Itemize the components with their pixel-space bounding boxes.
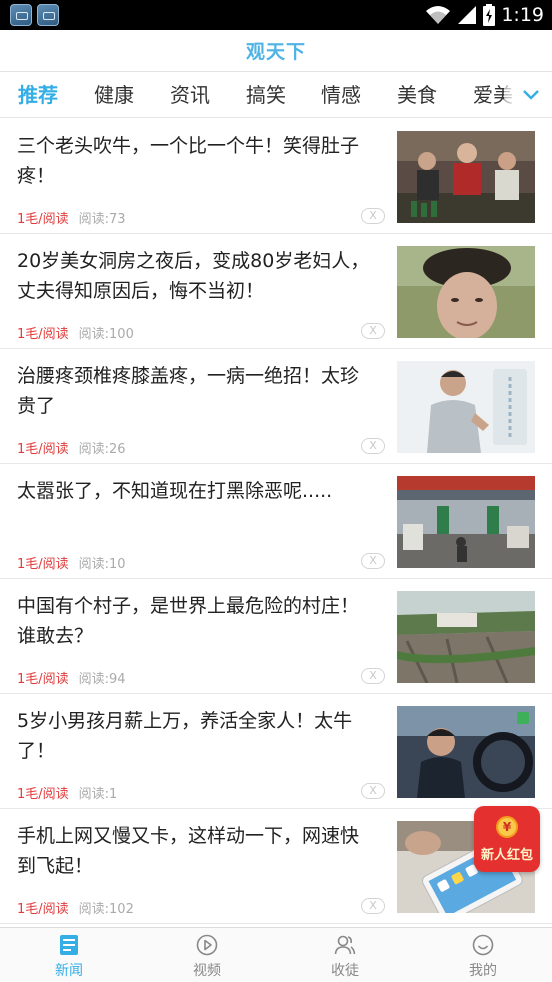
read-count: 阅读:100 [78, 326, 134, 342]
nav-label: 视频 [193, 963, 221, 979]
dismiss-button[interactable]: X [361, 553, 385, 569]
news-title: 治腰疼颈椎疼膝盖疼，一病一绝招！太珍贵了 [17, 365, 360, 417]
wifi-icon [426, 6, 451, 24]
news-item[interactable]: 5岁小男孩月薪上万，养活全家人！太牛了！ 1毛/阅读 阅读:1 X [0, 694, 552, 809]
back-pain-photo [397, 361, 535, 453]
dismiss-button[interactable]: X [361, 898, 385, 914]
tab-emotion[interactable]: 情感 [321, 72, 361, 117]
nav-label: 新闻 [55, 963, 83, 979]
app-title: 观天下 [245, 41, 306, 63]
read-count: 阅读:10 [78, 556, 126, 572]
reward-rate: 1毛/阅读 [17, 556, 69, 572]
read-count: 阅读:102 [78, 901, 134, 917]
news-meta: 1毛/阅读 阅读:102 [17, 898, 134, 917]
news-icon [60, 935, 78, 955]
chevron-down-icon [523, 90, 539, 100]
dismiss-button[interactable]: X [361, 783, 385, 799]
news-title: 太嚣张了，不知道现在打黑除恶呢..... [17, 480, 333, 502]
news-item[interactable]: 中国有个村子，是世界上最危险的村庄！谁敢去？ 1毛/阅读 阅读:94 X [0, 579, 552, 694]
news-title: 三个老头吹牛，一个比一个牛！笑得肚子疼！ [17, 135, 360, 187]
old-men-drinking-photo [397, 131, 535, 223]
red-packet-label: 新人红包 [480, 848, 533, 863]
reward-rate: 1毛/阅读 [17, 441, 69, 457]
smile-icon [472, 934, 494, 956]
tab-health[interactable]: 健康 [94, 72, 134, 117]
nav-news[interactable]: 新闻 [24, 928, 114, 982]
news-item[interactable]: 手机上网又慢又卡，这样动一下，网速快到飞起！ 1毛/阅读 阅读:102 X [0, 809, 552, 924]
dismiss-button[interactable]: X [361, 208, 385, 224]
dismiss-button[interactable]: X [361, 323, 385, 339]
read-count: 阅读:73 [78, 211, 126, 227]
news-meta: 1毛/阅读 阅读:94 [17, 668, 126, 687]
people-icon [334, 935, 356, 955]
reward-rate: 1毛/阅读 [17, 786, 69, 802]
dismiss-button[interactable]: X [361, 438, 385, 454]
cliff-village-photo [397, 591, 535, 683]
reward-rate: 1毛/阅读 [17, 671, 69, 687]
news-meta: 1毛/阅读 阅读:26 [17, 438, 126, 457]
category-tabs: 推荐 健康 资讯 搞笑 情感 美食 爱美 [0, 72, 552, 118]
nav-profile[interactable]: 我的 [438, 928, 528, 982]
app-notification-icon [37, 4, 59, 26]
news-item[interactable]: 治腰疼颈椎疼膝盖疼，一病一绝招！太珍贵了 1毛/阅读 阅读:26 X [0, 349, 552, 464]
news-meta: 1毛/阅读 阅读:1 [17, 783, 118, 802]
reward-rate: 1毛/阅读 [17, 326, 69, 342]
news-item[interactable]: 太嚣张了，不知道现在打黑除恶呢..... 1毛/阅读 阅读:10 X [0, 464, 552, 579]
coin-icon: ¥ [496, 816, 518, 838]
elderly-woman-photo [397, 246, 535, 338]
reward-rate: 1毛/阅读 [17, 211, 69, 227]
news-feed: 三个老头吹牛，一个比一个牛！笑得肚子疼！ 1毛/阅读 阅读:73 X 20岁美女… [0, 119, 552, 927]
nav-label: 我的 [469, 963, 497, 979]
tab-funny[interactable]: 搞笑 [246, 72, 286, 117]
nav-label: 收徒 [331, 963, 359, 979]
nav-recruit[interactable]: 收徒 [300, 928, 390, 982]
news-title: 中国有个村子，是世界上最危险的村庄！谁敢去？ [17, 595, 360, 647]
play-icon [196, 934, 218, 956]
news-meta: 1毛/阅读 阅读:100 [17, 323, 134, 342]
news-meta: 1毛/阅读 阅读:10 [17, 553, 126, 572]
dismiss-button[interactable]: X [361, 668, 385, 684]
news-title: 20岁美女洞房之夜后，变成80岁老妇人，丈夫得知原因后，悔不当初！ [17, 250, 370, 302]
clock: 1:19 [501, 4, 544, 26]
tab-recommended[interactable]: 推荐 [18, 72, 58, 117]
news-item[interactable]: 三个老头吹牛，一个比一个牛！笑得肚子疼！ 1毛/阅读 阅读:73 X [0, 119, 552, 234]
title-bar: 观天下 [0, 30, 552, 72]
tab-news[interactable]: 资讯 [170, 72, 210, 117]
news-meta: 1毛/阅读 阅读:73 [17, 208, 126, 227]
new-user-red-packet-button[interactable]: ¥ 新人红包 [474, 806, 540, 872]
bottom-nav: 新闻 视频 收徒 我的 [0, 927, 552, 982]
signal-icon [458, 6, 477, 24]
read-count: 阅读:1 [78, 786, 118, 802]
nav-video[interactable]: 视频 [162, 928, 252, 982]
status-indicators: 1:19 [425, 0, 544, 30]
reward-rate: 1毛/阅读 [17, 901, 69, 917]
status-bar: 1:19 [0, 0, 552, 30]
app-notification-icon [10, 4, 32, 26]
tab-more-button[interactable] [518, 82, 544, 108]
news-title: 手机上网又慢又卡，这样动一下，网速快到飞起！ [17, 825, 360, 877]
read-count: 阅读:26 [78, 441, 126, 457]
toll-station-photo [397, 476, 535, 568]
battery-icon [483, 4, 496, 26]
news-title: 5岁小男孩月薪上万，养活全家人！太牛了！ [17, 710, 353, 762]
boy-driving-photo [397, 706, 535, 798]
tab-food[interactable]: 美食 [397, 72, 437, 117]
read-count: 阅读:94 [78, 671, 126, 687]
news-item[interactable]: 20岁美女洞房之夜后，变成80岁老妇人，丈夫得知原因后，悔不当初！ 1毛/阅读 … [0, 234, 552, 349]
